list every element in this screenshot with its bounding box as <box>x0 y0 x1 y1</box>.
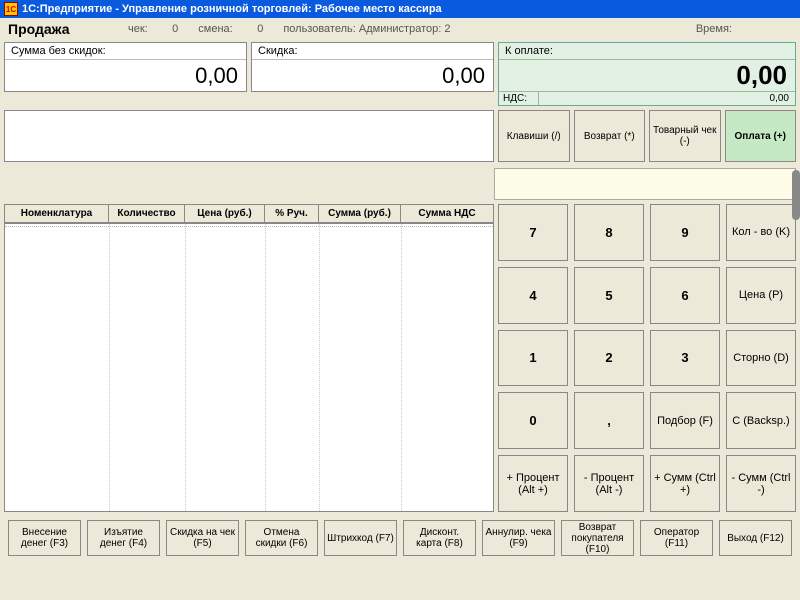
table-header: Номенклатура Количество Цена (руб.) % Ру… <box>5 205 493 224</box>
function-bar: Внесение денег (F3)Изъятие денег (F4)Ски… <box>0 512 800 564</box>
check-label: чек: <box>128 23 148 35</box>
keypad-4[interactable]: 4 <box>498 267 568 324</box>
table-body[interactable] <box>5 224 493 511</box>
keypad-2[interactable]: 2 <box>574 330 644 387</box>
discount-label: Скидка: <box>252 43 493 60</box>
window-titlebar: 1C 1С:Предприятие - Управление розничной… <box>0 0 800 18</box>
keypad--процент-alt-[interactable]: + Процент (Alt +) <box>498 455 568 512</box>
to-pay-label: К оплате: <box>499 43 795 60</box>
keypad-c-backsp-[interactable]: C (Backsp.) <box>726 392 796 449</box>
keypad-9[interactable]: 9 <box>650 204 720 261</box>
keypad-7[interactable]: 7 <box>498 204 568 261</box>
scrollbar[interactable] <box>792 170 800 220</box>
shift-value: 0 <box>257 23 263 35</box>
keypad-цена-p-[interactable]: Цена (P) <box>726 267 796 324</box>
keypad-сторно-d-[interactable]: Сторно (D) <box>726 330 796 387</box>
th-quantity[interactable]: Количество <box>109 205 185 222</box>
shift-label: смена: <box>198 23 232 35</box>
keypad--сумм-ctrl-[interactable]: + Сумм (Ctrl +) <box>650 455 720 512</box>
goods-check-button[interactable]: Товарный чек (-) <box>649 110 721 162</box>
fn-button-f8[interactable]: Дисконт. карта (F8) <box>403 520 476 556</box>
keypad--[interactable]: , <box>574 392 644 449</box>
sum-no-discount-value: 0,00 <box>5 60 246 91</box>
barcode-input[interactable] <box>494 168 796 200</box>
message-area <box>4 110 494 162</box>
fn-button-f4[interactable]: Изъятие денег (F4) <box>87 520 160 556</box>
sum-no-discount-panel: Сумма без скидок: 0,00 <box>4 42 247 92</box>
fn-button-f3[interactable]: Внесение денег (F3) <box>8 520 81 556</box>
keypad-кол-во-k-[interactable]: Кол - во (K) <box>726 204 796 261</box>
mode-label: Продажа <box>8 21 128 37</box>
keys-button[interactable]: Клавиши (/) <box>498 110 570 162</box>
app-icon: 1C <box>4 2 18 16</box>
discount-panel: Скидка: 0,00 <box>251 42 494 92</box>
keypad--процент-alt-[interactable]: - Процент (Alt -) <box>574 455 644 512</box>
to-pay-value: 0,00 <box>499 60 795 91</box>
fn-button-f12[interactable]: Выход (F12) <box>719 520 792 556</box>
keypad-3[interactable]: 3 <box>650 330 720 387</box>
keypad-подбор-f-[interactable]: Подбор (F) <box>650 392 720 449</box>
user-label: пользователь: <box>283 23 356 35</box>
th-sum[interactable]: Сумма (руб.) <box>319 205 401 222</box>
th-price[interactable]: Цена (руб.) <box>185 205 265 222</box>
check-value: 0 <box>172 23 178 35</box>
th-nds-sum[interactable]: Сумма НДС <box>401 205 493 222</box>
fn-button-f9[interactable]: Аннулир. чека (F9) <box>482 520 555 556</box>
nds-value: 0,00 <box>539 92 795 105</box>
th-nomenclature[interactable]: Номенклатура <box>5 205 109 222</box>
pay-button[interactable]: Оплата (+) <box>725 110 797 162</box>
keypad-0[interactable]: 0 <box>498 392 568 449</box>
sum-no-discount-label: Сумма без скидок: <box>5 43 246 60</box>
items-table[interactable]: Номенклатура Количество Цена (руб.) % Ру… <box>4 204 494 512</box>
keypad-8[interactable]: 8 <box>574 204 644 261</box>
to-pay-panel: К оплате: 0,00 НДС: 0,00 <box>498 42 796 106</box>
user-value: Администратор: 2 <box>359 23 451 35</box>
th-manual-pct[interactable]: % Руч. <box>265 205 319 222</box>
return-button[interactable]: Возврат (*) <box>574 110 646 162</box>
keypad-1[interactable]: 1 <box>498 330 568 387</box>
time-label: Время: <box>696 23 732 35</box>
info-row: Продажа чек: 0 смена: 0 пользователь: Ад… <box>0 18 800 40</box>
keypad-6[interactable]: 6 <box>650 267 720 324</box>
window-title: 1С:Предприятие - Управление розничной то… <box>22 3 442 15</box>
keypad--сумм-ctrl-[interactable]: - Сумм (Ctrl -) <box>726 455 796 512</box>
nds-label: НДС: <box>499 92 539 105</box>
fn-button-f10[interactable]: Возврат покупателя (F10) <box>561 520 634 556</box>
keypad: 789Кол - во (K) 456Цена (P) 123Сторно (D) 0… <box>498 204 796 512</box>
fn-button-f11[interactable]: Оператор (F11) <box>640 520 713 556</box>
fn-button-f5[interactable]: Скидка на чек (F5) <box>166 520 239 556</box>
fn-button-f6[interactable]: Отмена скидки (F6) <box>245 520 318 556</box>
discount-value: 0,00 <box>252 60 493 91</box>
keypad-5[interactable]: 5 <box>574 267 644 324</box>
fn-button-f7[interactable]: Штрихкод (F7) <box>324 520 397 556</box>
